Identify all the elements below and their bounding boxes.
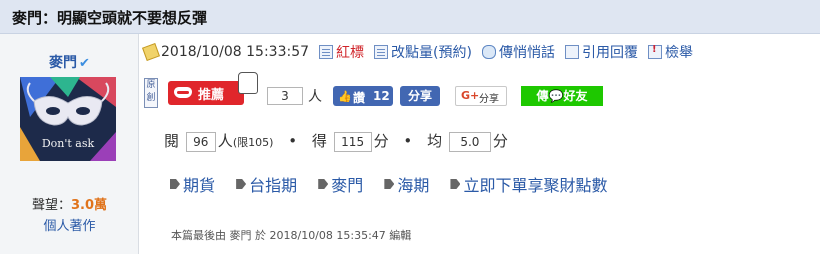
document-search-icon [319,45,334,59]
change-points-button[interactable]: 改點量(預約) [374,42,472,62]
tag-author[interactable]: 麥門 [318,172,363,196]
push-label: 推薦 [198,88,225,103]
facebook-like-count: 12 [373,89,390,103]
red-mark-button[interactable]: 紅標 [319,42,364,62]
tag-order-promo[interactable]: 立即下單享聚財點數 [450,172,607,196]
score-value: 115 [333,131,372,152]
tag-label: 海期 [397,176,430,195]
read-label: 閱 [164,132,180,150]
tag-icon [170,179,180,189]
tag-label: 期貨 [183,176,216,195]
post-main: 2018/10/08 15:33:57 紅標 改點量(預約) 傳悄悄話 引用回覆… [140,34,820,254]
repute-row: 聲望：3.0萬 [0,194,139,213]
title-bar: 麥門：明顯空頭就不要想反彈 [0,0,820,34]
average-label: 均 [427,132,443,150]
quote-reply-button[interactable]: 引用回覆 [564,42,638,62]
push-count-unit: 人 [308,89,322,105]
post-stats: 閱 96 人(限105) • 得 115 分 • 均 5.0 分 [164,130,508,152]
separator-dot: • [403,132,413,150]
score-unit: 分 [373,132,389,150]
google-plus-share-button[interactable]: G+ 分享 [455,86,507,106]
report-icon [647,44,662,59]
tag-icon [450,179,461,189]
chat-bubble-icon [481,45,496,59]
average-unit: 分 [492,132,508,150]
average-value: 5.0 [448,131,491,152]
quote-document-icon [564,45,579,59]
change-points-label: 改點量(預約) [391,45,472,61]
report-button[interactable]: 檢舉 [647,42,693,62]
avatar-caption: Don't ask [41,137,95,150]
facebook-thumb-icon: 👍 [338,90,352,103]
score-label: 得 [311,132,327,150]
facebook-like-label: 讚 [353,91,366,105]
facebook-like-button[interactable]: 👍 讚 12 [333,86,393,106]
tag-overseas-futures[interactable]: 海期 [384,172,429,196]
line-share-label: 傳 [536,89,549,103]
avatar[interactable]: Don't ask [20,77,116,161]
tag-taiex-futures[interactable]: 台指期 [236,172,297,196]
lips-icon [174,87,192,98]
push-count: 3 [267,87,303,105]
report-label: 檢舉 [664,45,693,61]
tag-icon [318,179,329,189]
private-message-button[interactable]: 傳悄悄話 [481,42,555,62]
private-message-label: 傳悄悄話 [498,45,555,61]
read-unit: 人 [217,132,233,150]
post-date: 2018/10/08 15:33:57 [161,44,310,60]
google-plus-share-label: 分享 [479,94,499,105]
google-plus-icon: G+ [461,89,480,102]
read-limit: (限105) [232,136,274,149]
author-name[interactable]: 麥門 [49,55,77,71]
tag-label: 麥門 [331,176,364,195]
line-friend-label: 好友 [563,89,588,103]
tag-icon [236,179,247,189]
edit-note: 本篇最後由 麥門 於 2018/10/08 15:35:47 編輯 [171,229,412,242]
verified-check-icon: ✔ [79,56,90,71]
line-share-button[interactable]: 傳💬好友 [521,86,603,106]
tag-futures[interactable]: 期貨 [170,172,215,196]
repute-label: 聲望： [31,198,71,213]
personal-works-link[interactable]: 個人著作 [0,215,139,234]
thumbs-up-icon [238,72,258,94]
author-name-row[interactable]: 麥門 ✔ [0,52,139,72]
tag-list: 期貨 台指期 麥門 海期 立即下單享聚財點數 [170,172,623,196]
original-badge: 原創 [144,78,158,108]
separator-dot: • [288,132,298,150]
tag-label: 台指期 [249,176,298,195]
tag-icon [384,179,395,189]
red-mark-label: 紅標 [336,45,365,61]
tag-label: 立即下單享聚財點數 [463,176,608,195]
edit-document-icon [374,45,389,59]
author-sidebar: 麥門 ✔ Don't ask 聲望：3.0萬 個人著作 [0,34,139,254]
facebook-share-button[interactable]: 分享 [400,86,440,106]
pencil-icon [142,43,160,61]
repute-value: 3.0萬 [70,198,108,213]
line-chat-icon: 💬 [548,89,564,103]
read-count: 96 [185,131,216,152]
push-recommend-button[interactable]: 推薦 [168,72,258,105]
post-toolbar: 2018/10/08 15:33:57 紅標 改點量(預約) 傳悄悄話 引用回覆… [142,42,703,62]
quote-reply-label: 引用回覆 [581,45,638,61]
post-title: 麥門：明顯空頭就不要想反彈 [12,9,208,27]
